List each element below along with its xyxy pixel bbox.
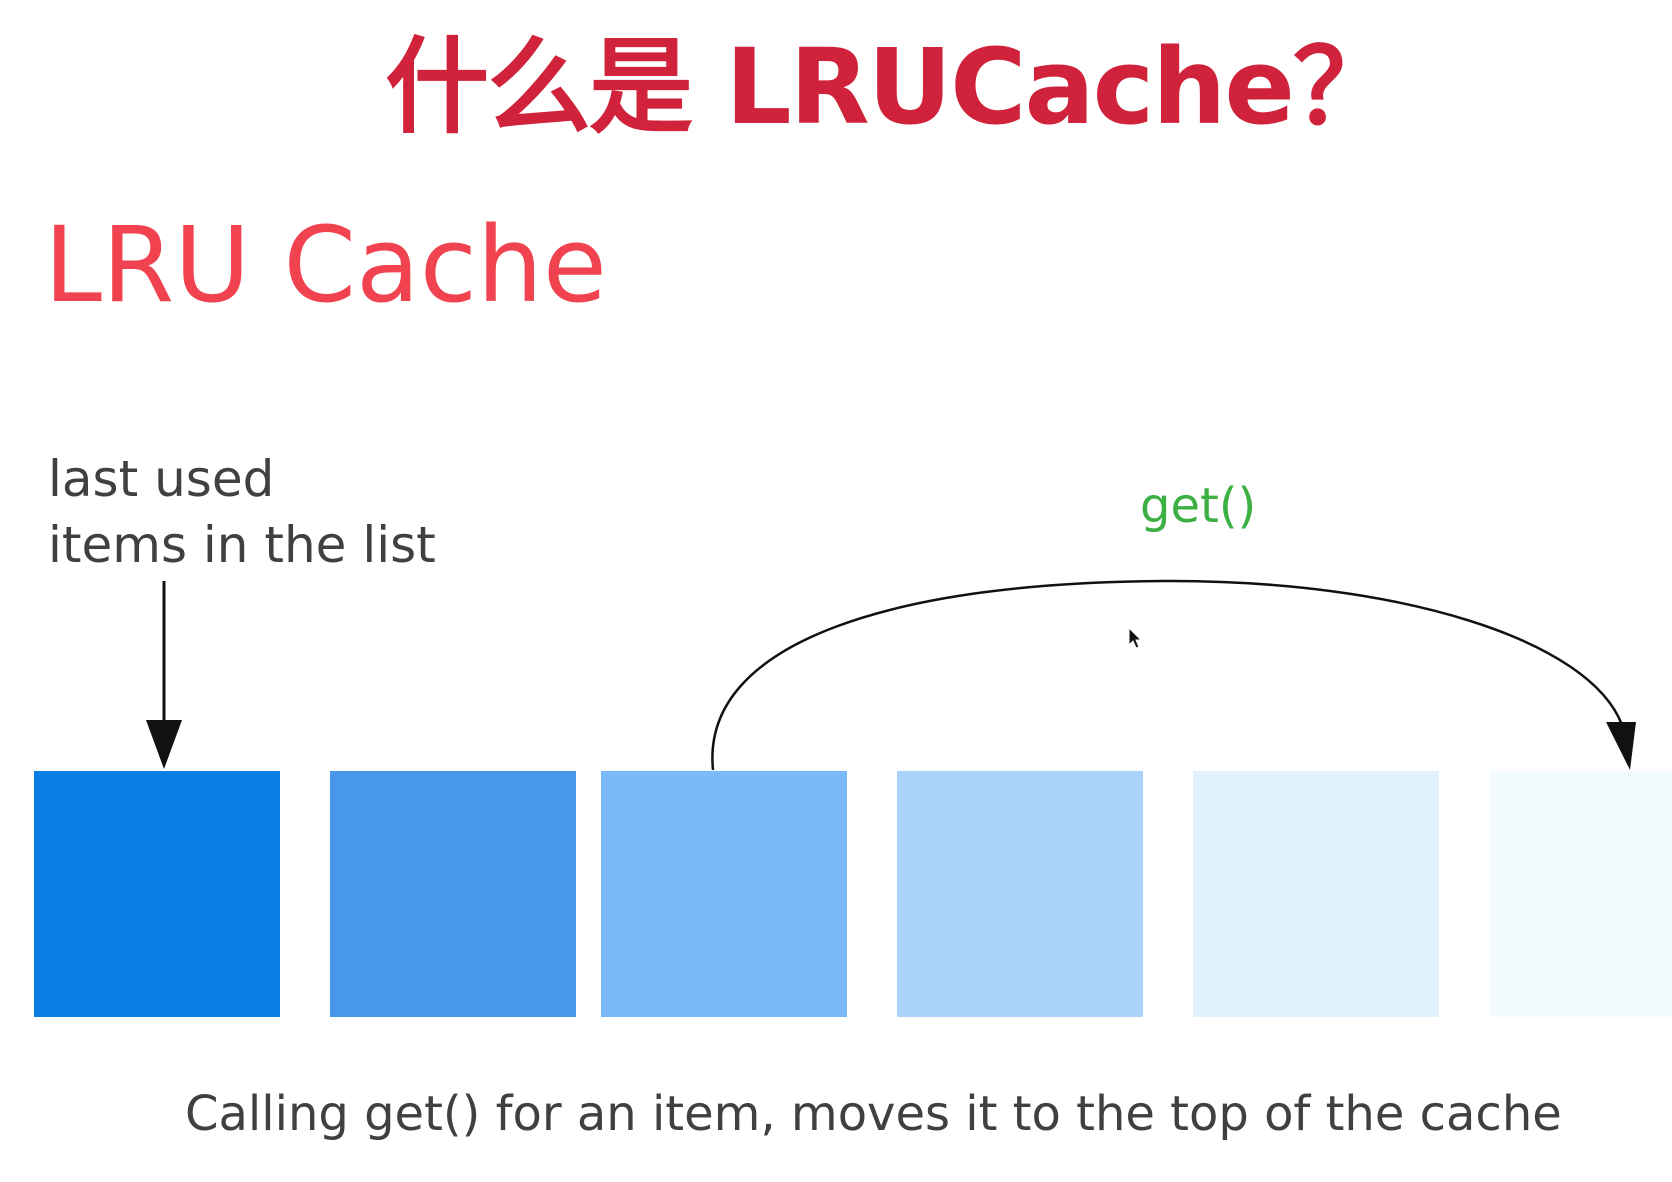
mouse-cursor-icon xyxy=(1128,626,1143,649)
get-move-arrow-head xyxy=(1606,722,1636,770)
slide: 什么是 LRUCache？ LRU Cache last used items … xyxy=(0,0,1672,1182)
footer-note: Calling get() for an item, moves it to t… xyxy=(185,1086,1562,1142)
pointer-arrow-head xyxy=(146,720,182,769)
arrows-overlay xyxy=(146,579,1636,771)
get-move-arrow xyxy=(711,579,1624,771)
